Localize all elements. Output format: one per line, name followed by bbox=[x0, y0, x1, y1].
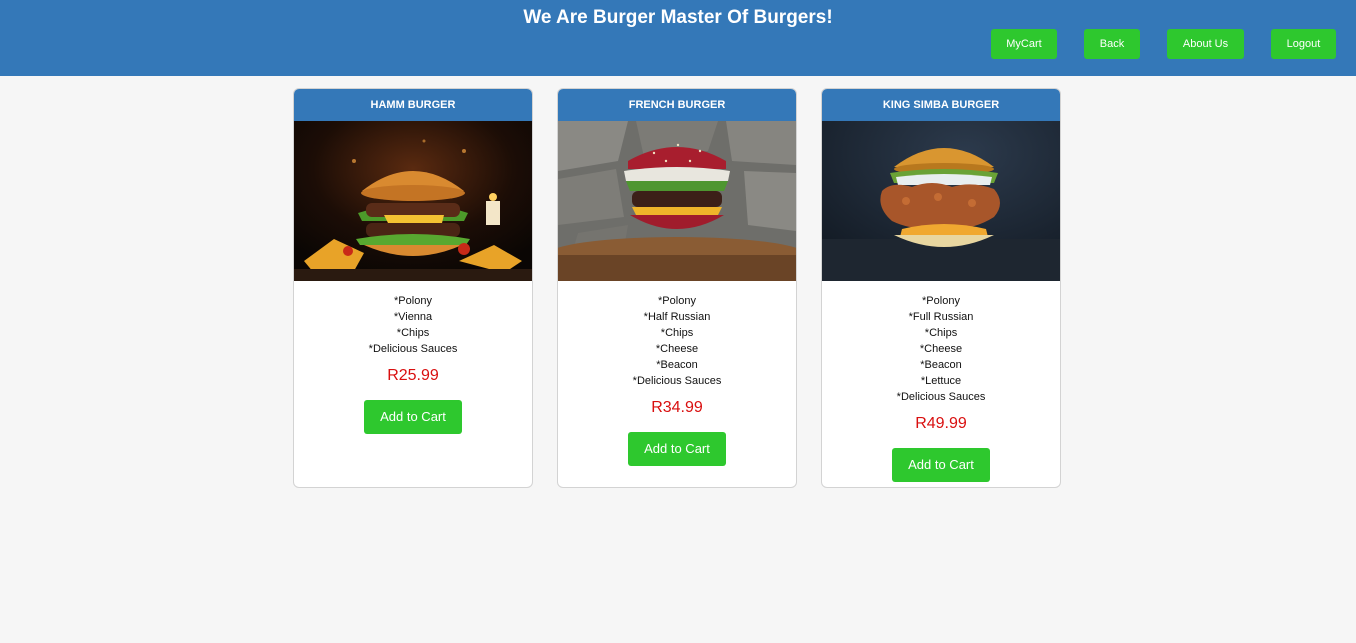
product-title: King Simba Burger bbox=[822, 89, 1060, 121]
add-to-cart-button[interactable]: Add to Cart bbox=[364, 400, 462, 434]
site-title: We Are Burger Master Of Burgers! bbox=[523, 7, 833, 28]
ingredient: *Polony bbox=[394, 295, 432, 307]
ingredient: *Full Russian bbox=[908, 311, 974, 323]
ingredient: *Chips bbox=[660, 327, 694, 339]
back-button[interactable]: Back bbox=[1084, 29, 1140, 59]
ingredient: *Chips bbox=[924, 327, 958, 339]
site-header: We Are Burger Master Of Burgers! MyCart … bbox=[0, 0, 1356, 76]
ingredient: *Lettuce bbox=[920, 375, 962, 387]
product-title: French Burger bbox=[558, 89, 796, 121]
burger-image bbox=[294, 121, 532, 281]
product-price: R49.99 bbox=[915, 415, 967, 432]
product-card-hamm-burger: Hamm Burger bbox=[293, 88, 533, 488]
ingredients-list: *Polony *Half Russian *Chips *Cheese *Be… bbox=[558, 293, 796, 389]
mycart-button[interactable]: MyCart bbox=[991, 29, 1057, 59]
ingredient: *Delicious Sauces bbox=[896, 391, 986, 403]
ingredient: *Cheese bbox=[655, 343, 699, 355]
product-card-french-burger: French Burger *Polony *Half Russi bbox=[557, 88, 797, 488]
ingredient: *Polony bbox=[658, 295, 696, 307]
ingredient: *Delicious Sauces bbox=[632, 375, 722, 387]
product-price: R25.99 bbox=[387, 367, 439, 384]
burger-image bbox=[558, 121, 796, 281]
ingredient: *Delicious Sauces bbox=[368, 343, 458, 355]
ingredient: *Chips bbox=[396, 327, 430, 339]
burger-image bbox=[822, 121, 1060, 281]
logout-button[interactable]: Logout bbox=[1271, 29, 1336, 59]
ingredients-list: *Polony *Full Russian *Chips *Cheese *Be… bbox=[822, 293, 1060, 405]
ingredient: *Vienna bbox=[393, 311, 433, 323]
product-card-king-simba-burger: King Simba Burger *Polony *Full Rus bbox=[821, 88, 1061, 488]
add-to-cart-button[interactable]: Add to Cart bbox=[628, 432, 726, 466]
ingredient: *Half Russian bbox=[643, 311, 711, 323]
ingredient: *Beacon bbox=[656, 359, 698, 371]
ingredient: *Cheese bbox=[919, 343, 963, 355]
add-to-cart-button[interactable]: Add to Cart bbox=[892, 448, 990, 482]
ingredient: *Polony bbox=[922, 295, 960, 307]
ingredients-list: *Polony *Vienna *Chips *Delicious Sauces bbox=[294, 293, 532, 357]
product-title: Hamm Burger bbox=[294, 89, 532, 121]
product-price: R34.99 bbox=[651, 399, 703, 416]
ingredient: *Beacon bbox=[920, 359, 962, 371]
about-us-button[interactable]: About Us bbox=[1167, 29, 1244, 59]
